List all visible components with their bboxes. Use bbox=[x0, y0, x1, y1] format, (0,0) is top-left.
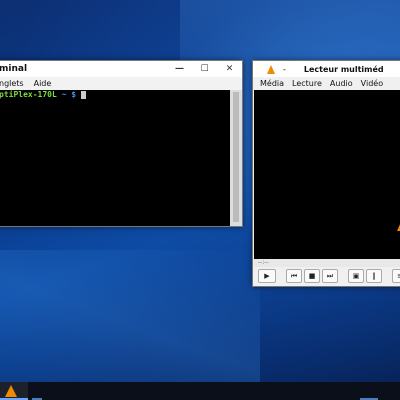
prompt-host: ptiPlex-170L bbox=[0, 90, 57, 99]
vlc-window[interactable]: - Lecteur multiméd Média Lecture Audio V… bbox=[252, 60, 400, 287]
prompt-symbol: $ bbox=[71, 90, 77, 99]
menu-item-audio[interactable]: Audio bbox=[330, 79, 353, 88]
scrollbar-thumb[interactable] bbox=[233, 92, 239, 222]
vlc-title: Lecteur multiméd bbox=[303, 64, 384, 74]
text-cursor bbox=[80, 90, 86, 99]
vlc-cone-icon bbox=[267, 64, 275, 74]
menu-item-playback[interactable]: Lecture bbox=[292, 79, 322, 88]
wallpaper-light-beam bbox=[0, 250, 260, 400]
maximize-button[interactable]: ☐ bbox=[192, 64, 217, 74]
menu-item-help[interactable]: Aide bbox=[34, 79, 52, 88]
terminal-prompt: ptiPlex-170L ~ $ bbox=[0, 90, 230, 100]
elapsed-time: --:-- bbox=[258, 259, 269, 266]
terminal-scrollbar[interactable] bbox=[230, 90, 242, 226]
window-controls: — ☐ ✕ bbox=[167, 64, 242, 74]
taskbar-app-indicator[interactable] bbox=[32, 382, 42, 400]
taskbar-app-indicator[interactable] bbox=[360, 382, 378, 400]
terminal-titlebar[interactable]: minal — ☐ ✕ bbox=[0, 61, 242, 77]
minimize-button[interactable]: — bbox=[167, 64, 192, 74]
extended-settings-icon[interactable]: ‖ bbox=[366, 269, 382, 283]
video-area[interactable] bbox=[254, 90, 400, 259]
menu-item-media[interactable]: Média bbox=[260, 79, 284, 88]
menu-item-tabs[interactable]: nglets bbox=[0, 79, 24, 88]
next-icon[interactable]: ⏭ bbox=[322, 269, 338, 283]
seek-bar[interactable]: --:-- bbox=[254, 259, 400, 267]
vlc-cone-icon bbox=[5, 385, 17, 397]
fullscreen-icon[interactable]: ▣ bbox=[348, 269, 364, 283]
prompt-path: ~ bbox=[61, 90, 67, 99]
vlc-titlebar[interactable]: - Lecteur multiméd bbox=[253, 61, 400, 77]
previous-icon[interactable]: ⏮ bbox=[286, 269, 302, 283]
taskbar-vlc-button[interactable] bbox=[0, 382, 28, 400]
terminal-window[interactable]: minal — ☐ ✕ nglets Aide ptiPlex-170L ~ $ bbox=[0, 60, 243, 227]
terminal-screen[interactable]: ptiPlex-170L ~ $ bbox=[0, 90, 230, 226]
terminal-title: minal bbox=[0, 64, 28, 74]
playback-controls: ▶ ⏮ ■ ⏭ ▣ ‖ ≡ bbox=[254, 267, 400, 285]
menu-item-video[interactable]: Vidéo bbox=[361, 79, 383, 88]
vlc-title-separator: - bbox=[283, 64, 286, 74]
stop-icon[interactable]: ■ bbox=[304, 269, 320, 283]
close-button[interactable]: ✕ bbox=[217, 64, 242, 74]
play-button[interactable]: ▶ bbox=[258, 269, 276, 283]
vlc-menubar: Média Lecture Audio Vidéo bbox=[253, 77, 400, 89]
playlist-icon[interactable]: ≡ bbox=[392, 269, 400, 283]
taskbar bbox=[0, 382, 400, 400]
terminal-menubar: nglets Aide bbox=[0, 77, 242, 90]
